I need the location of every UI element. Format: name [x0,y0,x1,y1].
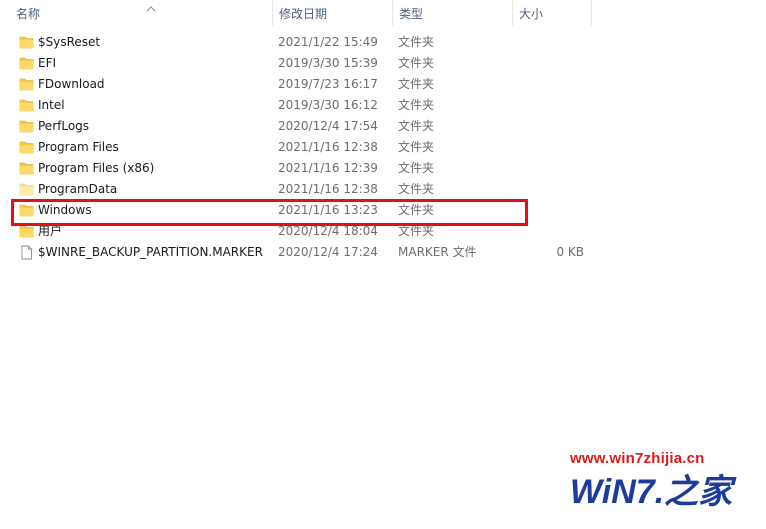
list-item[interactable]: PerfLogs 2020/12/4 17:54 文件夹 [0,116,600,137]
watermark-url: www.win7zhijia.cn [570,450,705,467]
list-item[interactable]: Program Files (x86) 2021/1/16 12:39 文件夹 [0,158,600,179]
windows-row-highlight-box [11,199,528,226]
item-type: 文件夹 [398,35,435,49]
item-name: FDownload [38,77,105,91]
list-item[interactable]: FDownload 2019/7/23 16:17 文件夹 [0,74,600,95]
column-header-size-label: 大小 [519,7,544,21]
folder-icon [19,182,34,197]
item-date: 2019/3/30 15:39 [278,56,378,70]
sort-up-icon [146,0,156,25]
item-name: ProgramData [38,182,118,196]
item-size [520,95,584,116]
column-header-name[interactable]: 名称 [10,0,272,26]
item-name: EFI [38,56,57,70]
item-name: PerfLogs [38,119,90,133]
column-header-date[interactable]: 修改日期 [272,0,392,26]
folder-icon [19,98,34,113]
column-header-name-label: 名称 [16,7,41,21]
item-type: 文件夹 [398,140,435,154]
list-item[interactable]: EFI 2019/3/30 15:39 文件夹 [0,53,600,74]
item-type: 文件夹 [398,98,435,112]
item-type: 文件夹 [398,56,435,70]
item-size [520,158,584,179]
item-type: 文件夹 [398,77,435,91]
item-size [520,137,584,158]
item-name: Intel [38,98,65,112]
item-date: 2021/1/16 12:38 [278,182,378,196]
folder-icon [19,161,34,176]
file-icon [19,245,34,260]
folder-icon [19,140,34,155]
item-type: 文件夹 [398,161,435,175]
item-date: 2020/12/4 17:54 [278,119,378,133]
item-size [520,221,584,242]
item-size [520,179,584,200]
column-header-size[interactable]: 大小 [512,0,592,26]
column-header-type[interactable]: 类型 [392,0,512,26]
item-date: 2020/12/4 17:24 [278,245,378,259]
item-name: Program Files [38,140,119,154]
item-size [520,200,584,221]
item-date: 2021/1/22 15:49 [278,35,378,49]
item-date: 2021/1/16 12:39 [278,161,378,175]
list-item[interactable]: Intel 2019/3/30 16:12 文件夹 [0,95,600,116]
site-watermark: www.win7zhijia.cn WiN7.之家 [566,448,761,518]
item-date: 2021/1/16 12:38 [278,140,378,154]
item-size [520,32,584,53]
item-date: 2019/7/23 16:17 [278,77,378,91]
column-header-bar: 名称 修改日期 类型 大小 [0,0,766,26]
item-type: MARKER 文件 [398,245,477,259]
item-size [520,53,584,74]
folder-icon [19,77,34,92]
item-size: 0 KB [556,245,584,259]
item-type: 文件夹 [398,182,435,196]
folder-icon [19,119,34,134]
item-date: 2019/3/30 16:12 [278,98,378,112]
column-header-type-label: 类型 [399,7,424,21]
item-name: $WINRE_BACKUP_PARTITION.MARKER [38,245,263,259]
folder-icon [19,35,34,50]
item-name: $SysReset [38,35,101,49]
item-size [520,116,584,137]
column-header-date-label: 修改日期 [279,7,328,21]
item-name: Program Files (x86) [38,161,155,175]
item-type: 文件夹 [398,119,435,133]
folder-icon [19,56,34,71]
list-item[interactable]: $WINRE_BACKUP_PARTITION.MARKER 2020/12/4… [0,242,600,263]
watermark-logo: WiN7.之家 [570,473,733,511]
list-item[interactable]: ProgramData 2021/1/16 12:38 文件夹 [0,179,600,200]
item-size [520,74,584,95]
folder-icon [19,224,34,239]
list-item[interactable]: Program Files 2021/1/16 12:38 文件夹 [0,137,600,158]
list-item[interactable]: $SysReset 2021/1/22 15:49 文件夹 [0,32,600,53]
